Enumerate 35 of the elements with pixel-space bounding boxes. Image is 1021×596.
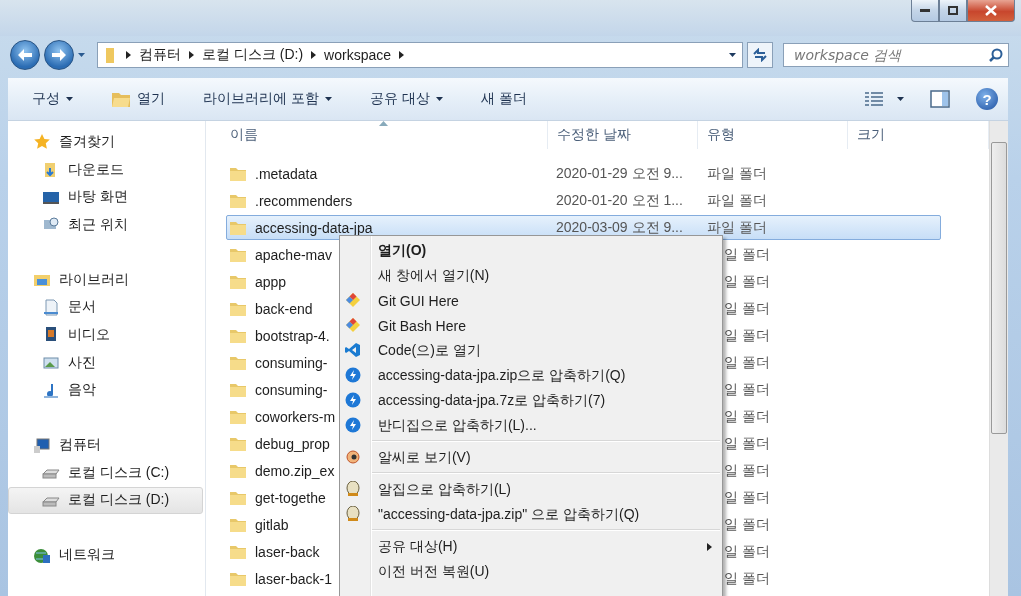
file-type: 일 폴더 <box>724 515 770 532</box>
file-type: 파일 폴더 <box>707 218 767 235</box>
file-type: 일 폴더 <box>724 542 770 559</box>
file-type: 파일 폴더 <box>707 164 767 181</box>
file-name: .metadata <box>255 165 318 182</box>
file-type: 일 폴더 <box>724 299 770 316</box>
file-name: laser-back <box>255 543 320 560</box>
file-name: appp <box>255 273 287 290</box>
modified-date: 2020-03-09 오전 9... <box>556 218 683 235</box>
file-type: 파일 폴더 <box>707 191 767 208</box>
file-type: 일 폴더 <box>724 353 770 370</box>
modified-date: 2020-01-29 오전 9... <box>556 164 683 181</box>
file-type: 일 폴더 <box>724 407 770 424</box>
file-name: back-end <box>255 300 313 317</box>
file-name: demo.zip_ex <box>255 462 335 479</box>
file-type: 일 폴더 <box>724 569 770 586</box>
file-name: .recommenders <box>255 192 353 209</box>
file-name: gitlab <box>255 516 289 533</box>
file-name: consuming- <box>255 354 328 371</box>
file-type: 일 폴더 <box>724 434 770 451</box>
file-type: 일 폴더 <box>724 245 770 262</box>
file-name: apache-mav <box>255 246 333 263</box>
file-type: 일 폴더 <box>724 488 770 505</box>
file-name: accessing-data-jpa <box>255 219 373 236</box>
file-name: consuming- <box>255 381 328 398</box>
modified-date: 2020-01-20 오전 1... <box>556 191 683 208</box>
file-name: debug_prop <box>255 435 330 452</box>
file-name: coworkers-m <box>255 408 336 425</box>
file-type: 일 폴더 <box>724 272 770 289</box>
file-type: 일 폴더 <box>724 380 770 397</box>
file-name: bootstrap-4. <box>255 327 330 344</box>
file-name: laser-back-1 <box>255 570 333 587</box>
file-type: 일 폴더 <box>724 326 770 343</box>
file-name: get-togethe <box>255 489 326 506</box>
file-type: 일 폴더 <box>724 461 770 478</box>
